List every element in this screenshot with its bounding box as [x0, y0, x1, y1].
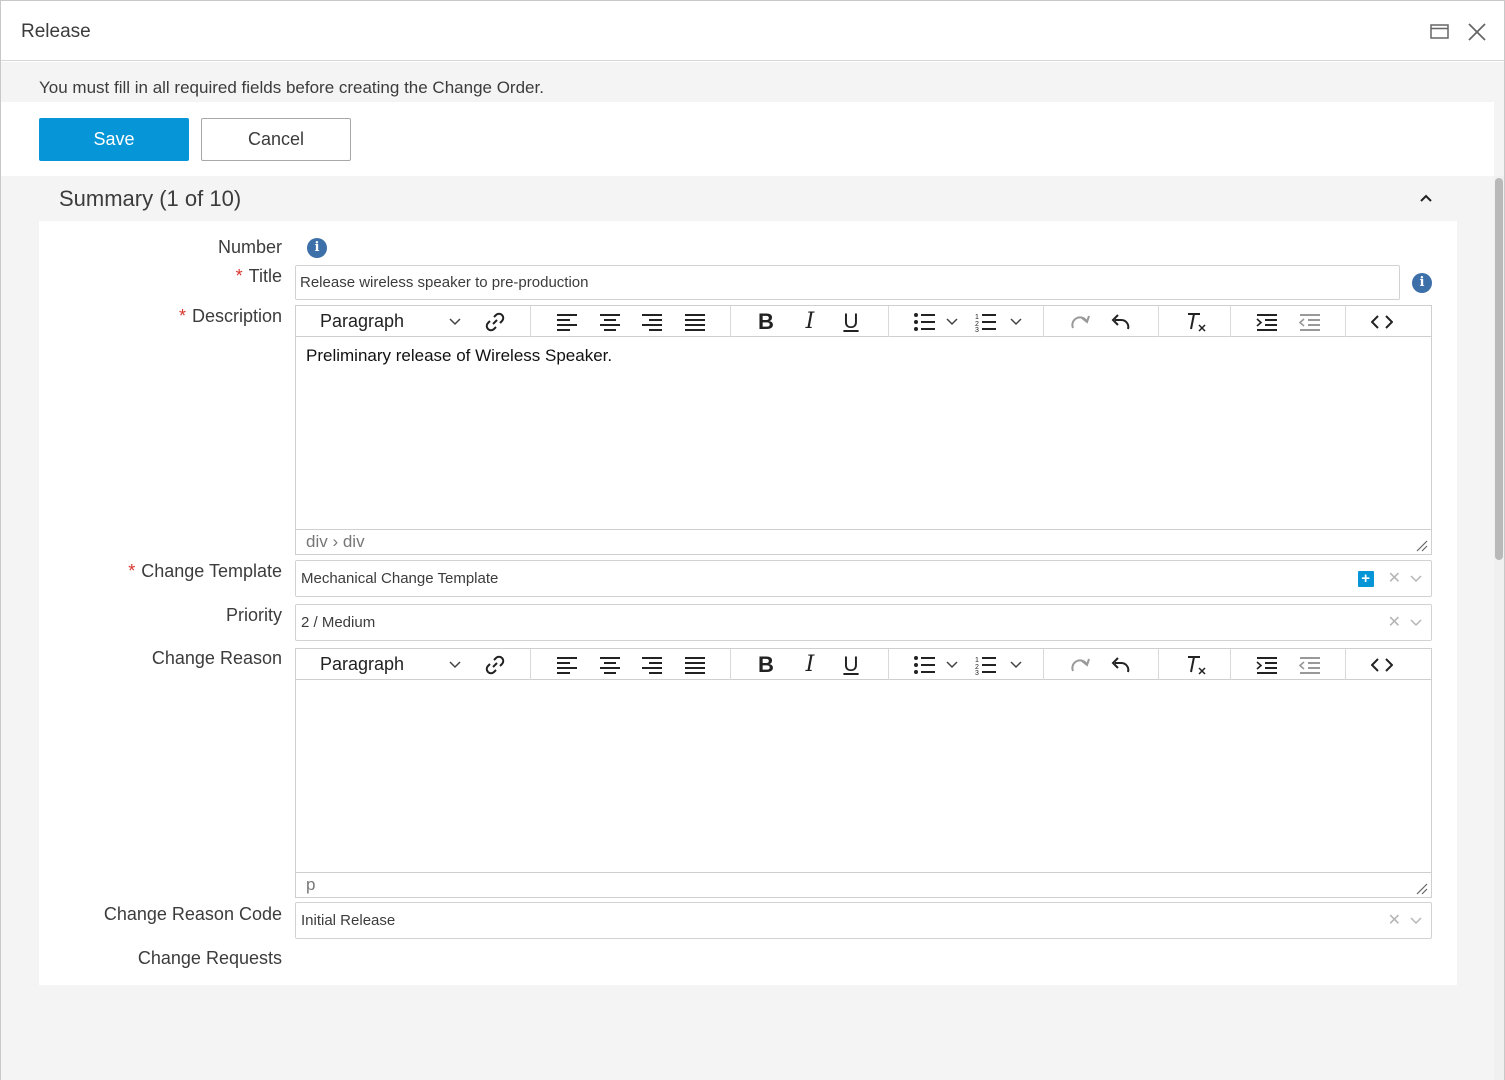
- section-title: Summary (1 of 10): [59, 186, 242, 211]
- clear-icon[interactable]: ✕: [1388, 903, 1401, 938]
- chevron-down-icon[interactable]: [1409, 574, 1423, 584]
- chevron-down-icon[interactable]: [1409, 916, 1423, 926]
- editor-toolbar: Paragraph B I U 123: [296, 649, 1431, 680]
- section-header[interactable]: Summary (1 of 10): [39, 177, 1457, 221]
- scrollbar-thumb[interactable]: [1495, 178, 1503, 560]
- resize-handle-icon[interactable]: [1416, 539, 1428, 552]
- source-code-icon[interactable]: [1368, 649, 1396, 680]
- indent-icon[interactable]: [1254, 649, 1280, 680]
- cancel-button[interactable]: Cancel: [201, 118, 351, 161]
- priority-select[interactable]: 2 / Medium ✕: [295, 604, 1432, 641]
- align-right-icon[interactable]: [639, 306, 665, 337]
- change-reason-label: Change Reason: [151, 648, 282, 668]
- element-path: p: [306, 875, 316, 894]
- link-icon[interactable]: [480, 306, 510, 337]
- change-template-label: * Change Template: [128, 561, 282, 581]
- change-reason-code-label: Change Reason Code: [103, 904, 282, 924]
- align-right-icon[interactable]: [639, 649, 665, 680]
- align-center-icon[interactable]: [597, 306, 623, 337]
- underline-icon[interactable]: U: [839, 306, 863, 337]
- italic-icon[interactable]: I: [798, 649, 822, 680]
- save-button[interactable]: Save: [39, 118, 189, 161]
- change-requests-label: Change Requests: [137, 948, 282, 968]
- title-info-icon[interactable]: i: [1412, 273, 1432, 293]
- description-label: * Description: [178, 306, 282, 326]
- align-left-icon[interactable]: [554, 649, 580, 680]
- release-dialog: Release You must fill in all required fi…: [0, 0, 1505, 1080]
- undo-icon[interactable]: [1107, 306, 1135, 337]
- priority-label: Priority: [225, 605, 282, 625]
- bullet-list-icon[interactable]: [912, 306, 962, 337]
- change-reason-editor[interactable]: Paragraph B I U 123 p: [295, 648, 1432, 898]
- required-fields-notice: You must fill in all required fields bef…: [39, 78, 544, 97]
- underline-icon[interactable]: U: [839, 649, 863, 680]
- clear-icon[interactable]: ✕: [1388, 561, 1401, 596]
- source-code-icon[interactable]: [1368, 306, 1396, 337]
- resize-handle-icon[interactable]: [1416, 882, 1428, 895]
- number-info-icon[interactable]: i: [307, 238, 327, 258]
- dialog-title: Release: [21, 21, 91, 42]
- paragraph-format-dropdown[interactable]: Paragraph: [320, 649, 470, 680]
- title-input[interactable]: Release wireless speaker to pre-producti…: [295, 265, 1400, 300]
- close-icon[interactable]: [1466, 21, 1488, 43]
- bullet-list-icon[interactable]: [912, 649, 962, 680]
- redo-icon[interactable]: [1066, 306, 1094, 337]
- element-path: div › div: [306, 532, 365, 551]
- paragraph-format-dropdown[interactable]: Paragraph: [320, 306, 470, 337]
- redo-icon[interactable]: [1066, 649, 1094, 680]
- bold-icon[interactable]: B: [754, 306, 778, 337]
- outdent-icon[interactable]: [1297, 649, 1323, 680]
- dialog-body: You must fill in all required fields bef…: [1, 62, 1504, 1080]
- editor-statusbar: div › div: [296, 529, 1431, 554]
- maximize-icon[interactable]: [1429, 21, 1451, 43]
- svg-text:1: 1: [975, 314, 979, 321]
- title-label: * Title: [235, 266, 282, 286]
- clear-formatting-icon[interactable]: [1182, 306, 1210, 337]
- align-left-icon[interactable]: [554, 306, 580, 337]
- svg-text:3: 3: [975, 327, 979, 332]
- italic-icon[interactable]: I: [798, 306, 822, 337]
- summary-section: Summary (1 of 10) Number i * Title Releas…: [39, 177, 1457, 985]
- numbered-list-icon[interactable]: 123: [974, 649, 1026, 680]
- add-icon[interactable]: +: [1357, 570, 1374, 587]
- editor-statusbar: p: [296, 872, 1431, 897]
- align-justify-icon[interactable]: [682, 306, 708, 337]
- action-bar: Save Cancel: [1, 102, 1494, 176]
- align-center-icon[interactable]: [597, 649, 623, 680]
- bold-icon[interactable]: B: [754, 649, 778, 680]
- change-reason-code-select[interactable]: Initial Release ✕: [295, 902, 1432, 939]
- chevron-up-icon[interactable]: [1417, 189, 1435, 207]
- number-label: Number: [217, 237, 282, 257]
- chevron-down-icon[interactable]: [1409, 618, 1423, 628]
- editor-toolbar: Paragraph B I U 123: [296, 306, 1431, 337]
- clear-formatting-icon[interactable]: [1182, 649, 1210, 680]
- align-justify-icon[interactable]: [682, 649, 708, 680]
- outdent-icon[interactable]: [1297, 306, 1323, 337]
- undo-icon[interactable]: [1107, 649, 1135, 680]
- title-bar: Release: [1, 1, 1504, 61]
- indent-icon[interactable]: [1254, 306, 1280, 337]
- svg-text:3: 3: [975, 670, 979, 675]
- change-template-select[interactable]: Mechanical Change Template + ✕: [295, 560, 1432, 597]
- description-content[interactable]: Preliminary release of Wireless Speaker.: [306, 346, 612, 366]
- numbered-list-icon[interactable]: 123: [974, 306, 1026, 337]
- clear-icon[interactable]: ✕: [1388, 605, 1401, 640]
- description-editor[interactable]: Paragraph B I U 123 Preliminary release …: [295, 305, 1432, 555]
- scrollbar[interactable]: [1494, 176, 1504, 1080]
- link-icon[interactable]: [480, 649, 510, 680]
- svg-text:1: 1: [975, 657, 979, 664]
